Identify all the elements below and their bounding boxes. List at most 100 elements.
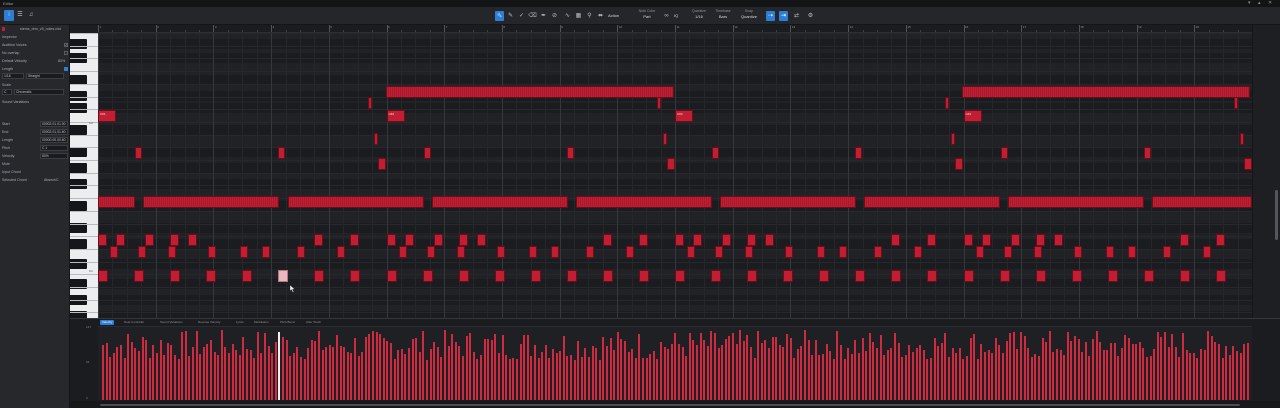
- velocity-bar[interactable]: [998, 345, 1001, 400]
- velocity-bar[interactable]: [714, 333, 716, 400]
- velocity-bar[interactable]: [325, 346, 328, 400]
- velocity-bar[interactable]: [926, 359, 929, 400]
- velocity-bar[interactable]: [991, 353, 994, 400]
- velocity-bar[interactable]: [418, 352, 421, 400]
- note[interactable]: [656, 97, 661, 109]
- list-mode-icon[interactable]: ☰: [15, 10, 25, 21]
- velocity-bar[interactable]: [246, 349, 248, 400]
- velocity-bar[interactable]: [433, 342, 436, 400]
- velocity-bar[interactable]: [922, 350, 925, 400]
- black-key[interactable]: [70, 179, 87, 189]
- velocity-bar[interactable]: [1153, 348, 1156, 400]
- velocity-bar[interactable]: [393, 359, 396, 400]
- velocity-bar[interactable]: [667, 348, 670, 400]
- velocity-bar[interactable]: [462, 356, 464, 400]
- velocity-bar[interactable]: [102, 345, 104, 400]
- note[interactable]: [1152, 196, 1252, 208]
- velocity-bar[interactable]: [195, 331, 198, 400]
- velocity-bar[interactable]: [858, 353, 860, 400]
- velocity-bar[interactable]: [1203, 349, 1206, 400]
- velocity-bar[interactable]: [1092, 338, 1094, 400]
- velocity-bar[interactable]: [757, 330, 760, 400]
- velocity-bar[interactable]: [544, 345, 547, 400]
- velocity-bar[interactable]: [526, 334, 529, 400]
- note[interactable]: [337, 246, 345, 258]
- note[interactable]: [208, 246, 216, 258]
- note[interactable]: [715, 246, 723, 258]
- length-value-field[interactable]: 1/16: [2, 73, 24, 79]
- note[interactable]: [638, 270, 649, 282]
- velocity-bar[interactable]: [1077, 338, 1080, 400]
- velocity-bar[interactable]: [980, 343, 983, 400]
- pencil-tool-icon[interactable]: ✎: [506, 11, 515, 21]
- note[interactable]: [386, 270, 397, 282]
- velocity-bar[interactable]: [523, 335, 526, 400]
- velocity-bar[interactable]: [721, 345, 724, 400]
- velocity-bar[interactable]: [1171, 334, 1174, 400]
- tab-after-touch[interactable]: After Touch: [304, 320, 323, 325]
- default-velocity-row[interactable]: Default Velocity 80%: [2, 58, 68, 65]
- velocity-bar[interactable]: [346, 352, 349, 400]
- velocity-bar[interactable]: [134, 347, 137, 400]
- velocity-bar[interactable]: [285, 340, 288, 400]
- note[interactable]: [458, 270, 469, 282]
- velocity-bar[interactable]: [1232, 345, 1235, 400]
- velocity-bar[interactable]: [192, 346, 194, 400]
- note[interactable]: [1243, 158, 1252, 170]
- velocity-bar[interactable]: [444, 330, 446, 400]
- velocity-bar[interactable]: [213, 351, 216, 400]
- velocity-bar[interactable]: [894, 333, 896, 400]
- velocity-bar[interactable]: [670, 343, 673, 400]
- note[interactable]: [817, 246, 825, 258]
- velocity-bar[interactable]: [692, 340, 695, 400]
- velocity-bar[interactable]: [127, 333, 130, 400]
- velocity-bar[interactable]: [1164, 332, 1166, 400]
- black-key[interactable]: [70, 39, 87, 49]
- velocity-bar[interactable]: [609, 337, 612, 400]
- velocity-bar[interactable]: [548, 358, 551, 400]
- note[interactable]: [951, 133, 955, 145]
- velocity-bar[interactable]: [426, 359, 428, 400]
- note[interactable]: [693, 234, 702, 246]
- velocity-bar[interactable]: [228, 353, 230, 400]
- velocity-bar[interactable]: [908, 345, 911, 400]
- note[interactable]: [566, 147, 574, 159]
- velocity-bar[interactable]: [220, 330, 223, 400]
- note[interactable]: [278, 270, 288, 282]
- velocity-bar[interactable]: [584, 347, 587, 400]
- velocity-bar[interactable]: [1095, 331, 1098, 400]
- black-key[interactable]: [70, 103, 87, 113]
- note[interactable]: [138, 246, 146, 258]
- note[interactable]: [687, 246, 695, 258]
- velocity-bar[interactable]: [796, 348, 799, 400]
- velocity-bar[interactable]: [804, 330, 806, 400]
- velocity-bar[interactable]: [570, 355, 572, 400]
- velocity-bar[interactable]: [843, 358, 846, 400]
- no-overlap-row[interactable]: No overlap: [2, 50, 68, 57]
- velocity-bar[interactable]: [552, 349, 554, 400]
- note-labeled[interactable]: C#2: [386, 110, 405, 122]
- inspector-header[interactable]: Inspector: [2, 34, 68, 41]
- velocity-bar[interactable]: [1146, 357, 1148, 400]
- note[interactable]: [945, 97, 949, 109]
- velocity-bar[interactable]: [861, 337, 864, 400]
- note[interactable]: [891, 270, 901, 282]
- velocity-bar[interactable]: [1124, 335, 1127, 400]
- velocity-bar[interactable]: [1128, 337, 1130, 400]
- velocity-bar[interactable]: [386, 340, 389, 400]
- velocity-bar[interactable]: [163, 355, 166, 400]
- velocity-bar[interactable]: [494, 333, 497, 400]
- note[interactable]: [1215, 270, 1226, 282]
- note[interactable]: [1179, 234, 1189, 246]
- velocity-bar[interactable]: [840, 344, 842, 400]
- black-key[interactable]: [70, 201, 87, 211]
- velocity-bar[interactable]: [627, 351, 630, 400]
- horizontal-scrollbar[interactable]: [70, 401, 1280, 408]
- velocity-bar[interactable]: [728, 336, 731, 400]
- velocity-bar[interactable]: [746, 335, 749, 400]
- velocity-bar[interactable]: [1005, 341, 1008, 400]
- velocity-bar[interactable]: [1131, 344, 1134, 400]
- velocity-bar[interactable]: [508, 358, 511, 400]
- listen-tool-icon[interactable]: ▦: [574, 11, 583, 21]
- velocity-bar[interactable]: [372, 330, 374, 400]
